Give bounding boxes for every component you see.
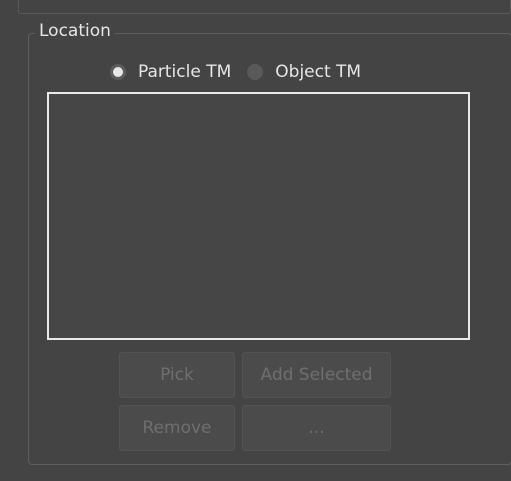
location-mode-radio-group: Particle TM Object TM xyxy=(110,60,361,84)
particle-tm-radio[interactable]: Particle TM xyxy=(110,62,231,82)
remove-button[interactable]: Remove xyxy=(119,405,235,451)
particle-tm-label: Particle TM xyxy=(138,62,232,82)
object-listbox[interactable] xyxy=(47,92,470,340)
location-group-title: Location xyxy=(35,20,115,42)
radio-unchecked-icon xyxy=(247,64,264,80)
object-tm-radio[interactable]: Object TM xyxy=(247,62,361,82)
add-selected-button[interactable]: Add Selected xyxy=(242,352,391,398)
previous-rollout-edge xyxy=(18,0,511,14)
more-options-button[interactable]: ... xyxy=(242,405,391,451)
pick-button[interactable]: Pick xyxy=(119,352,235,398)
object-tm-label: Object TM xyxy=(275,62,362,82)
radio-checked-icon xyxy=(110,64,126,80)
